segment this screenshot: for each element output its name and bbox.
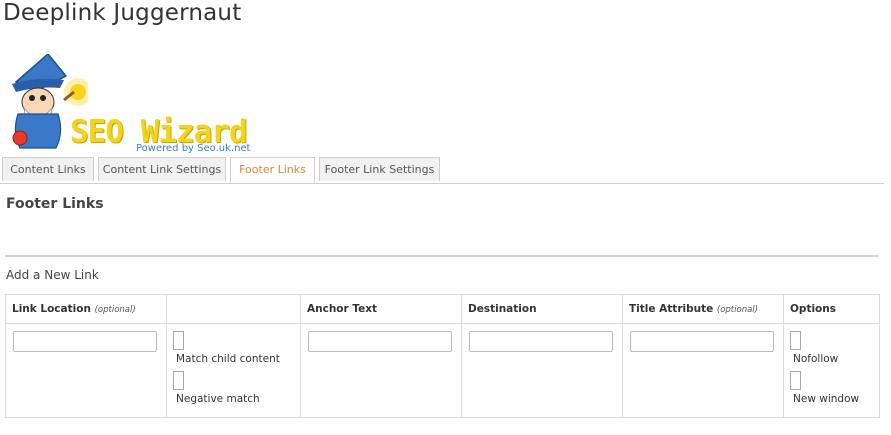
anchor-text-input[interactable] [308,331,452,352]
column-header-anchor-text: Anchor Text [300,294,462,324]
negative-match-label: Negative match [176,393,260,405]
cell-anchor-text [300,323,462,418]
new-window-checkbox[interactable] [790,371,801,390]
cell-link-location [5,323,167,418]
tab-content-link-settings[interactable]: Content Link Settings [98,157,226,181]
nofollow-checkbox[interactable] [790,331,801,350]
new-link-table: Link Location (optional) Anchor Text Des… [5,294,880,418]
cell-destination [461,323,623,418]
tab-bar: Content Links Content Link Settings Foot… [0,157,884,184]
column-header-title-attribute: Title Attribute (optional) [622,294,784,324]
cell-match-options: Match child content Negative match [166,323,301,418]
add-new-link-label: Add a New Link [6,268,99,282]
logo-tagline: Powered by Seo.uk.net [136,143,251,154]
section-title: Footer Links [6,196,104,212]
tab-footer-link-settings[interactable]: Footer Link Settings [319,157,440,181]
tab-footer-links[interactable]: Footer Links [230,157,315,183]
new-window-label: New window [793,393,860,405]
column-header-options: Options [783,294,880,324]
seo-wizard-logo: SEO Wizard Powered by Seo.uk.net [8,54,258,158]
page-title: Deeplink Juggernaut [3,0,242,26]
table-header-row: Link Location (optional) Anchor Text Des… [5,294,880,324]
cell-title-attribute [622,323,784,418]
match-child-content-label: Match child content [176,353,280,365]
negative-match-checkbox[interactable] [173,371,184,390]
destination-input[interactable] [469,331,613,352]
title-attribute-input[interactable] [630,331,774,352]
section-divider [5,255,879,257]
column-header-match [166,294,301,324]
match-child-content-checkbox[interactable] [173,331,184,350]
column-header-link-location: Link Location (optional) [5,294,167,324]
link-location-input[interactable] [13,331,157,352]
column-header-destination: Destination [461,294,623,324]
tab-content-links[interactable]: Content Links [2,157,94,181]
cell-options: Nofollow New window [783,323,880,418]
nofollow-label: Nofollow [793,353,839,365]
table-row: Match child content Negative match Nofol… [5,323,880,418]
